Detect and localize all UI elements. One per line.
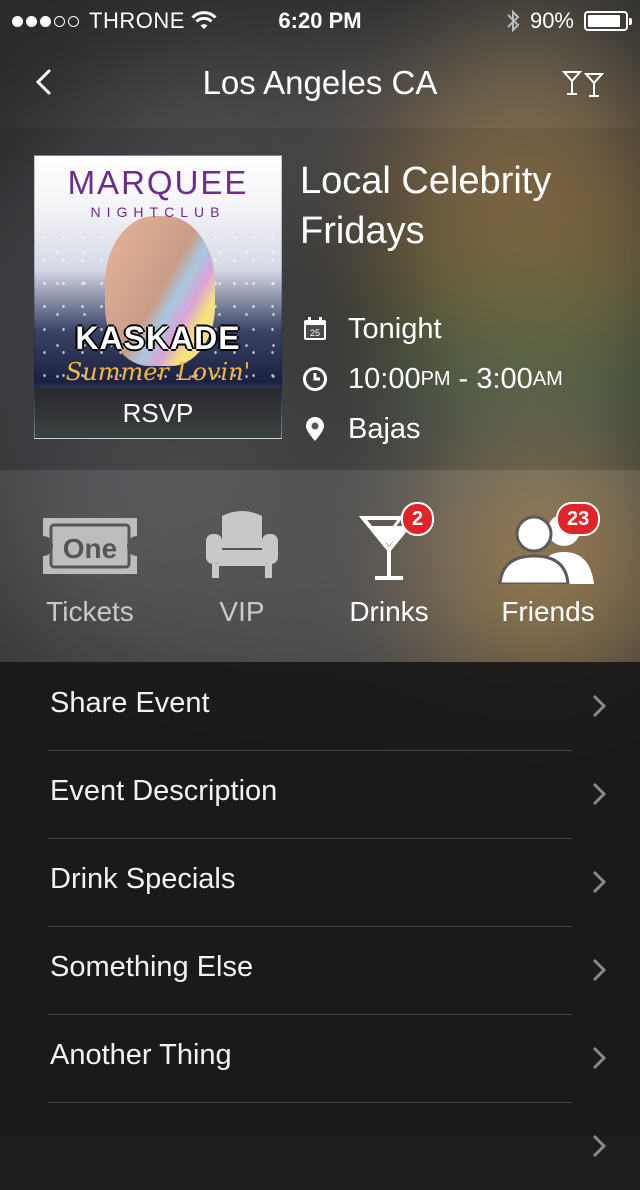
event-time-start-suffix: PM xyxy=(420,367,451,390)
navigation-bar: Los Angeles CA xyxy=(0,40,640,128)
drinks-button[interactable]: 2 Drinks xyxy=(309,470,469,662)
list-item-label: Another Thing xyxy=(50,1039,232,1071)
ticket-icon: One xyxy=(43,518,137,574)
event-header: MARQUEE NIGHTCLUB KASKADE Summer Lovin' … xyxy=(0,128,640,470)
tickets-button[interactable]: One Tickets xyxy=(10,470,170,662)
event-time-separator: - xyxy=(450,362,477,395)
chevron-right-icon xyxy=(592,1134,607,1158)
event-venue: Bajas xyxy=(348,412,421,445)
event-time-end-suffix: AM xyxy=(532,367,563,390)
event-time-start: 10:00 xyxy=(348,362,421,395)
list-item-something-else[interactable]: Something Else xyxy=(48,926,607,1015)
calendar-icon: 25 xyxy=(304,317,326,340)
event-title: Local Celebrity Fridays xyxy=(300,160,552,252)
list-item-event-description[interactable]: Event Description xyxy=(48,750,607,839)
battery-percent: 90% xyxy=(529,8,574,33)
event-poster[interactable]: MARQUEE NIGHTCLUB KASKADE Summer Lovin' … xyxy=(34,155,282,439)
event-time-end: 3:00 xyxy=(476,362,533,395)
chevron-right-icon xyxy=(592,1046,607,1070)
event-date: Tonight xyxy=(348,312,442,345)
event-date-row: 25 Tonight xyxy=(302,309,442,349)
vip-button[interactable]: VIP xyxy=(162,470,322,662)
calendar-icon-day: 25 xyxy=(310,328,320,338)
status-right: 90% xyxy=(506,8,632,34)
list-item-label: Event Description xyxy=(50,775,278,807)
ticket-icon-text: One xyxy=(63,533,117,564)
clock-icon xyxy=(303,367,327,391)
poster-club-sub: NIGHTCLUB xyxy=(90,204,226,220)
bluetooth-icon xyxy=(507,9,520,33)
cocktail-glasses-icon[interactable] xyxy=(562,68,606,98)
poster-artist: KASKADE xyxy=(75,320,241,356)
tickets-label: Tickets xyxy=(46,596,134,627)
poster-club-name: MARQUEE xyxy=(67,164,249,201)
chevron-right-icon xyxy=(592,782,607,806)
location-pin-icon xyxy=(306,417,324,441)
list-item-label: Share Event xyxy=(50,687,210,719)
friends-button[interactable]: 23 Friends xyxy=(468,470,628,662)
list-item-share-event[interactable]: Share Event xyxy=(48,662,607,751)
event-venue-row: Bajas xyxy=(302,409,421,449)
friends-label: Friends xyxy=(501,596,595,627)
list-item-label: Drink Specials xyxy=(50,863,236,895)
drinks-label: Drinks xyxy=(349,596,429,627)
page-title: Los Angeles CA xyxy=(202,64,438,101)
chevron-right-icon xyxy=(592,694,607,718)
poster-script: Summer Lovin' xyxy=(65,358,251,386)
event-time-row: 10:00 PM - 3:00 AM xyxy=(302,359,563,399)
chevron-right-icon xyxy=(592,870,607,894)
friends-badge: 23 xyxy=(556,502,601,536)
rsvp-button[interactable]: RSVP xyxy=(35,388,281,438)
armchair-icon xyxy=(206,511,278,578)
list-item-drink-specials[interactable]: Drink Specials xyxy=(48,838,607,927)
status-bar: THRONE 6:20 PM 90% xyxy=(0,0,640,40)
list-item-label: Something Else xyxy=(50,951,254,983)
chevron-right-icon xyxy=(592,958,607,982)
list-item-partial[interactable] xyxy=(48,1102,607,1190)
vip-label: VIP xyxy=(219,596,265,627)
action-bar: One Tickets VIP 2 Drinks 23 Friends xyxy=(0,470,640,662)
drinks-badge: 2 xyxy=(401,502,435,536)
battery-icon xyxy=(584,11,632,31)
event-menu-list: Share Event Event Description Drink Spec… xyxy=(0,662,640,1158)
battery-fill xyxy=(588,15,621,27)
list-item-another-thing[interactable]: Another Thing xyxy=(48,1014,607,1103)
